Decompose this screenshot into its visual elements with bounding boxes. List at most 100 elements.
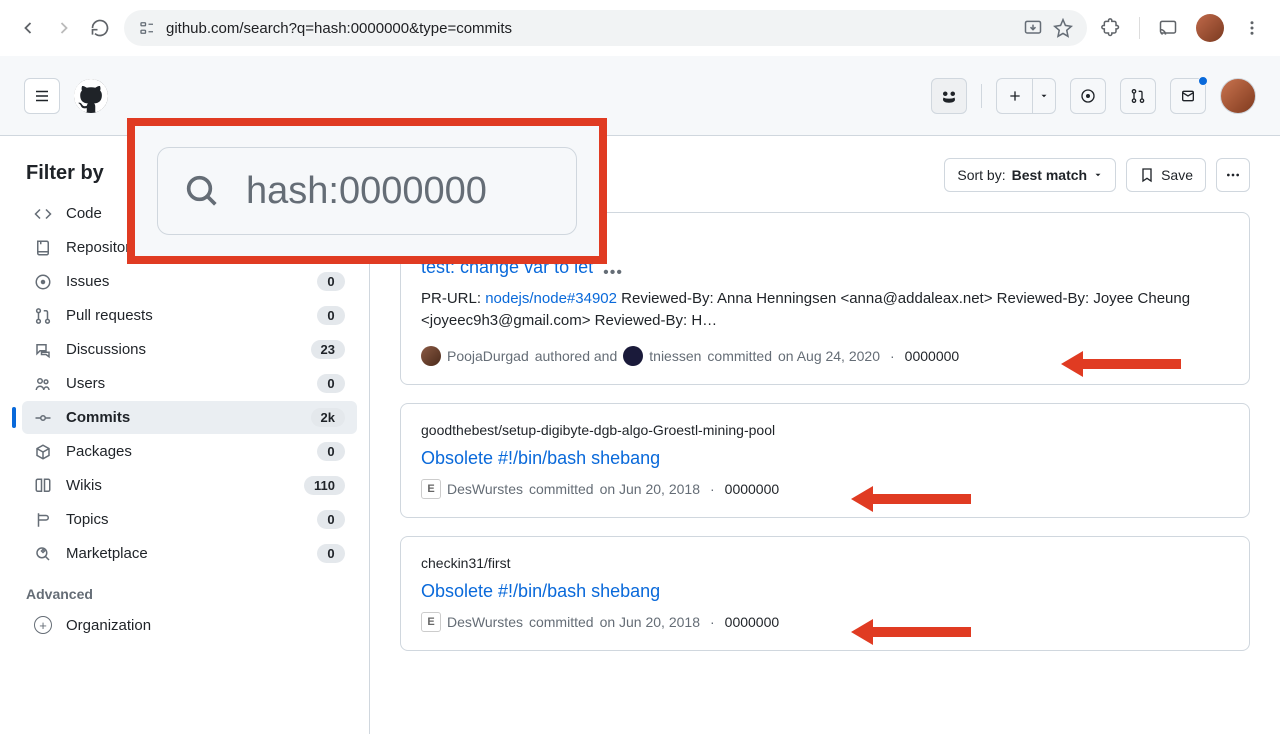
filter-label: Commits [66,409,297,426]
user-avatar[interactable] [1220,78,1256,114]
author-name[interactable]: PoojaDurgad [447,348,529,364]
kebab-icon [1225,167,1241,183]
search-icon [182,171,222,211]
sort-button[interactable]: Sort by: Best match [944,158,1116,192]
filter-label: Discussions [66,341,297,358]
reload-button[interactable] [88,16,112,40]
filter-count: 0 [317,306,345,325]
commit-hash[interactable]: 0000000 [725,614,780,630]
more-options-button[interactable] [1216,158,1250,192]
pr-link[interactable]: nodejs/node#34902 [485,290,617,307]
filter-label: Users [66,375,303,392]
commit-date: on Aug 24, 2020 [778,348,880,364]
github-logo-icon[interactable] [74,79,108,113]
advanced-title: Advanced [26,586,353,602]
author-avatar[interactable]: E [421,479,441,499]
topic-icon [34,511,52,529]
filter-label: Issues [66,273,303,290]
url-text: github.com/search?q=hash:0000000&type=co… [166,20,1013,37]
install-app-icon[interactable] [1023,18,1043,38]
browser-chrome: github.com/search?q=hash:0000000&type=co… [0,0,1280,56]
commit-title[interactable]: Obsolete #!/bin/bash shebang [421,448,1229,469]
filter-label: Marketplace [66,545,303,562]
plus-circle-icon: + [34,616,52,634]
commit-title[interactable]: Obsolete #!/bin/bash shebang [421,581,1229,602]
create-new-button[interactable] [996,78,1032,114]
marketplace-icon [34,545,52,563]
filter-marketplace[interactable]: Marketplace 0 [22,537,357,570]
hamburger-menu[interactable] [24,78,60,114]
filter-label: Topics [66,511,303,528]
code-icon [34,205,52,223]
committer-name[interactable]: tniessen [649,348,701,364]
save-label: Save [1161,167,1193,183]
save-button[interactable]: Save [1126,158,1206,192]
filter-issues[interactable]: Issues 0 [22,265,357,298]
package-icon [34,443,52,461]
copilot-button[interactable] [931,78,967,114]
filter-topics[interactable]: Topics 0 [22,503,357,536]
repo-icon [34,239,52,257]
result-card: checkin31/first Obsolete #!/bin/bash she… [400,536,1250,651]
filter-users[interactable]: Users 0 [22,367,357,400]
commit-meta: E DesWurstes committed on Jun 20, 2018 ·… [421,479,1229,499]
profile-avatar[interactable] [1196,14,1224,42]
search-input[interactable]: hash:0000000 [157,147,577,235]
notifications-button[interactable] [1170,78,1206,114]
author-name[interactable]: DesWurstes [447,481,523,497]
repo-path[interactable]: checkin31/first [421,555,1229,571]
result-card: goodthebest/setup-digibyte-dgb-algo-Groe… [400,403,1250,518]
expand-ellipsis[interactable]: ••• [603,264,623,282]
forward-button[interactable] [52,16,76,40]
commit-icon [34,409,52,427]
commit-hash[interactable]: 0000000 [725,481,780,497]
search-highlight-overlay: hash:0000000 [127,118,607,264]
cast-icon[interactable] [1156,16,1180,40]
url-bar[interactable]: github.com/search?q=hash:0000000&type=co… [124,10,1087,46]
filter-count: 110 [304,476,345,495]
author-avatar[interactable]: E [421,612,441,632]
filter-wikis[interactable]: Wikis 110 [22,469,357,502]
bookmark-icon [1139,167,1155,183]
issues-button[interactable] [1070,78,1106,114]
site-info-icon[interactable] [138,19,156,37]
notification-indicator [1198,76,1208,86]
users-icon [34,375,52,393]
pull-requests-button[interactable] [1120,78,1156,114]
commit-meta: E DesWurstes committed on Jun 20, 2018 ·… [421,612,1229,632]
filter-count: 0 [317,374,345,393]
extensions-icon[interactable] [1099,16,1123,40]
commit-date: on Jun 20, 2018 [600,614,700,630]
repo-path[interactable]: goodthebest/setup-digibyte-dgb-algo-Groe… [421,422,1229,438]
discussion-icon [34,341,52,359]
commit-hash[interactable]: 0000000 [905,348,960,364]
search-query-text: hash:0000000 [246,170,487,213]
advanced-label: Organization [66,617,151,634]
issue-icon [34,273,52,291]
advanced-organization[interactable]: + Organization [22,610,357,640]
filter-count: 23 [311,340,345,359]
github-header: hash:0000000 [0,56,1280,136]
filter-count: 0 [317,510,345,529]
author-avatar[interactable] [421,346,441,366]
pr-icon [34,307,52,325]
commit-date: on Jun 20, 2018 [600,481,700,497]
filter-packages[interactable]: Packages 0 [22,435,357,468]
create-new-dropdown[interactable] [1032,78,1056,114]
filter-discussions[interactable]: Discussions 23 [22,333,357,366]
bookmark-star-icon[interactable] [1053,18,1073,38]
filter-commits[interactable]: Commits 2k [22,401,357,434]
filter-pull-requests[interactable]: Pull requests 0 [22,299,357,332]
author-name[interactable]: DesWurstes [447,614,523,630]
sort-value: Best match [1012,167,1087,183]
commit-body: PR-URL: nodejs/node#34902 Reviewed-By: A… [421,288,1229,332]
filter-label: Wikis [66,477,290,494]
chrome-divider [1139,17,1140,39]
sort-prefix: Sort by: [957,167,1005,183]
filter-label: Pull requests [66,307,303,324]
back-button[interactable] [16,16,40,40]
committer-avatar[interactable] [623,346,643,366]
header-divider [981,84,982,108]
chevron-down-icon [1093,170,1103,180]
chrome-menu-icon[interactable] [1240,16,1264,40]
